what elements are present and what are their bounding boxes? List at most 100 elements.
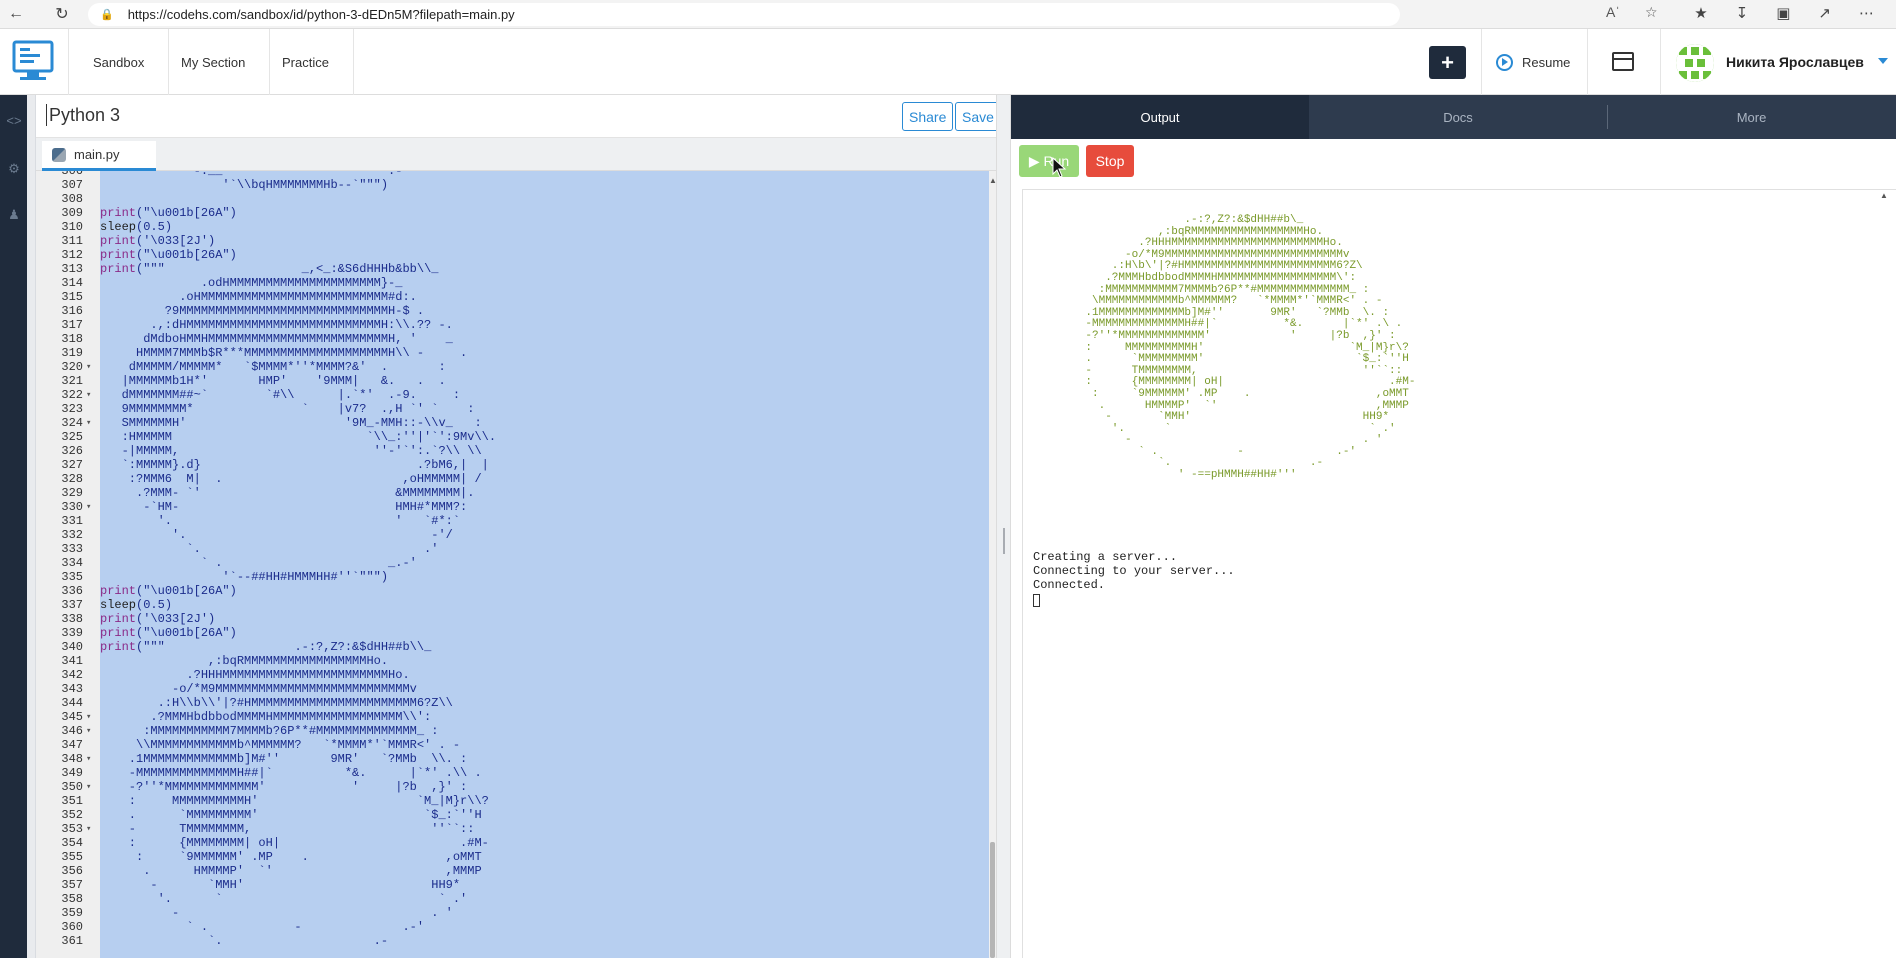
code-line[interactable]: 309 print("\u001b[26A") xyxy=(36,206,989,220)
code-line[interactable]: 320 ▾ dMMMMM/MMMMM* `$MMMM*''*MMMM?&' . : xyxy=(36,360,989,374)
code-line[interactable]: 356 . HMMMMP' `' ,MMMP xyxy=(36,864,989,878)
stop-button[interactable]: Stop xyxy=(1086,145,1134,177)
file-tab-main-py[interactable]: main.py xyxy=(42,141,156,171)
code-line[interactable]: 335 '`--##HH#HMMMHH#''`""") xyxy=(36,570,989,584)
code-line[interactable]: 339 print("\u001b[26A") xyxy=(36,626,989,640)
code-line[interactable]: 361 `. .- xyxy=(36,934,989,948)
window-layout-icon[interactable] xyxy=(1612,52,1634,71)
editor-scrollbar[interactable] xyxy=(989,171,996,958)
code-line[interactable]: 307 '`\\bqHMMMMMMMHb--`""") xyxy=(36,178,989,192)
code-line[interactable]: 333 `. .' xyxy=(36,542,989,556)
code-line[interactable]: 328 :?MMM6 M| . ,oHMMMMM| / xyxy=(36,472,989,486)
code-line[interactable]: 319 HMMMM7MMMb$R***MMMMMMMMMMMMMMMMMMMMH… xyxy=(36,346,989,360)
fold-arrow-icon[interactable]: ▾ xyxy=(86,822,96,836)
code-line[interactable]: 348 ▾ .1MMMMMMMMMMMMMb]M#'' 9MR' `?MMb \\… xyxy=(36,752,989,766)
tab-docs[interactable]: Docs xyxy=(1309,95,1607,139)
fold-arrow-icon[interactable]: ▾ xyxy=(86,388,96,402)
code-line[interactable]: 349 -MMMMMMMMMMMMMMH##|` *&. |`*' .\\ . xyxy=(36,766,989,780)
code-line[interactable]: 322 ▾ dMMMMMMM##~` `#\\ |.`*' .-9. : xyxy=(36,388,989,402)
user-name[interactable]: Никита Ярославцев xyxy=(1726,54,1864,70)
code-line[interactable]: 337 sleep(0.5) xyxy=(36,598,989,612)
project-title-input[interactable]: Python 3 xyxy=(46,104,120,126)
fold-arrow-icon[interactable]: ▾ xyxy=(86,710,96,724)
code-line[interactable]: 323 9MMMMMMMM* ` |v7? .,H `' ` : xyxy=(36,402,989,416)
code-line[interactable]: 306 '-.__ .-' xyxy=(36,171,989,178)
pane-splitter[interactable] xyxy=(996,95,1011,958)
code-line[interactable]: 314 .odHMMMMMMMMMMMMMMMMMMMMM}-_ xyxy=(36,276,989,290)
code-line[interactable]: 340 print(""" .-:?,Z?:&$dHH##b\\_ xyxy=(36,640,989,654)
console-output[interactable]: .-:?,Z?:&$dHH##b\_ ,:bqRMMMMMMMMMMMMMMMM… xyxy=(1022,189,1896,958)
chevron-down-icon[interactable] xyxy=(1878,58,1888,64)
gear-icon[interactable]: ⚙ xyxy=(6,161,22,177)
code-line[interactable]: 321 |MMMMMMb1H*' HMP' '9MMM| &. . . xyxy=(36,374,989,388)
favorites-icon[interactable]: ★ xyxy=(1694,4,1707,22)
code-line[interactable]: 317 .,:dHMMMMMMMMMMMMMMMMMMMMMMMMMMMH:\\… xyxy=(36,318,989,332)
code-line[interactable]: 334 ` . _.-' xyxy=(36,556,989,570)
tab-more[interactable]: More xyxy=(1607,95,1896,139)
scroll-up-icon[interactable]: ▲ xyxy=(989,176,997,185)
back-arrow-icon[interactable]: ← xyxy=(2,0,30,28)
code-line[interactable]: 341 ,:bqRMMMMMMMMMMMMMMMMMHo. xyxy=(36,654,989,668)
code-editor[interactable]: 306 '-.__ .-' 307 '`\\bqHMMMMMMMHb--`""")… xyxy=(36,171,989,958)
code-line[interactable]: 331 '. ' `#*:` xyxy=(36,514,989,528)
code-icon[interactable]: <> xyxy=(6,113,22,129)
fold-arrow-icon[interactable]: ▾ xyxy=(86,752,96,766)
code-line[interactable]: 336 print("\u001b[26A") xyxy=(36,584,989,598)
code-line[interactable]: 347 \\MMMMMMMMMMMMb^MMMMMM? `*MMMM*'`MMM… xyxy=(36,738,989,752)
code-line[interactable]: 313 print(""" _,<_:&S6dHHHb&bb\\_ xyxy=(36,262,989,276)
fold-arrow-icon[interactable]: ▾ xyxy=(86,780,96,794)
fold-arrow-icon[interactable]: ▾ xyxy=(86,360,96,374)
code-line[interactable]: 310 sleep(0.5) xyxy=(36,220,989,234)
reload-icon[interactable]: ↻ xyxy=(48,0,76,28)
nav-practice[interactable]: Practice xyxy=(258,29,354,95)
run-button[interactable]: ▶ Run xyxy=(1019,145,1079,177)
read-aloud-icon[interactable]: Aˈ xyxy=(1606,4,1620,20)
code-line[interactable]: 343 -o/*M9MMMMMMMMMMMMMMMMMMMMMMMMMMMv xyxy=(36,682,989,696)
share-icon[interactable]: ↗ xyxy=(1818,4,1831,22)
avatar[interactable] xyxy=(1676,44,1714,82)
fold-arrow-icon[interactable]: ▾ xyxy=(86,500,96,514)
codehs-logo-icon[interactable] xyxy=(8,37,60,85)
code-line[interactable]: 329 .?MMM- `' &MMMMMMMM|. xyxy=(36,486,989,500)
download-icon[interactable]: ↧ xyxy=(1736,4,1749,22)
code-lines[interactable]: 306 '-.__ .-' 307 '`\\bqHMMMMMMMHb--`""")… xyxy=(36,171,989,948)
code-line[interactable]: 352 . `MMMMMMMMM' `$_:`''H xyxy=(36,808,989,822)
address-bar[interactable]: 🔒 https://codehs.com/sandbox/id/python-3… xyxy=(88,3,1400,26)
nav-sandbox[interactable]: Sandbox xyxy=(69,29,170,95)
code-line[interactable]: 316 ?9MMMMMMMMMMMMMMMMMMMMMMMMMMMMMH-$ . xyxy=(36,304,989,318)
code-line[interactable]: 326 -|MMMMM, ''-'`':.`?\\ \\ xyxy=(36,444,989,458)
code-line[interactable]: 358 '. ` ` .' xyxy=(36,892,989,906)
code-line[interactable]: 311 print('\033[2J') xyxy=(36,234,989,248)
splitter-grip-icon[interactable] xyxy=(1003,528,1005,554)
terminal-cursor[interactable] xyxy=(1033,594,1040,607)
code-line[interactable]: 355 : `9MMMMMM' .MP . ,oMMT xyxy=(36,850,989,864)
code-line[interactable]: 330 ▾ -`HM- HMH#*MMM?: xyxy=(36,500,989,514)
code-line[interactable]: 345 ▾ .?MMMHbdbbodMMMMHMMMMMMMMMMMMMMMMMM… xyxy=(36,710,989,724)
code-line[interactable]: 332 '. -'/ xyxy=(36,528,989,542)
more-icon[interactable]: ⋯ xyxy=(1859,4,1874,22)
screenshot-icon[interactable]: ▣ xyxy=(1776,4,1790,22)
code-line[interactable]: 318 dMdboHMMHMMMMMMMMMMMMMMMMMMMMMMMMMH,… xyxy=(36,332,989,346)
code-line[interactable]: 359 - . ' xyxy=(36,906,989,920)
fold-arrow-icon[interactable]: ▾ xyxy=(86,416,96,430)
code-line[interactable]: 351 : MMMMMMMMMMH' `M_|M}r\\? xyxy=(36,794,989,808)
resume-button[interactable]: Resume xyxy=(1496,45,1570,79)
users-icon[interactable]: ♟ xyxy=(6,207,22,223)
code-line[interactable]: 342 .?HHHMMMMMMMMMMMMMMMMMMMMMMMHo. xyxy=(36,668,989,682)
fold-arrow-icon[interactable]: ▾ xyxy=(86,724,96,738)
code-line[interactable]: 346 ▾ :MMMMMMMMMMM7MMMMb?6P**#MMMMMMMMMMM… xyxy=(36,724,989,738)
code-line[interactable]: 357 - `MMH' HH9* xyxy=(36,878,989,892)
code-line[interactable]: 344 .:H\\b\\'|?#HMMMMMMMMMMMMMMMMMMMMMMM… xyxy=(36,696,989,710)
scrollbar-thumb[interactable] xyxy=(990,842,995,958)
save-button[interactable]: Save xyxy=(955,102,1001,131)
code-line[interactable]: 312 print("\u001b[26A") xyxy=(36,248,989,262)
tab-output[interactable]: Output xyxy=(1011,95,1309,139)
code-line[interactable]: 350 ▾ -?''*MMMMMMMMMMMMM' ' |?b ,}' : xyxy=(36,780,989,794)
code-line[interactable]: 338 print('\033[2J') xyxy=(36,612,989,626)
code-line[interactable]: 324 ▾ SMMMMMMH' '9M_-MMH::-\\v_ : xyxy=(36,416,989,430)
code-line[interactable]: 327 `:MMMMM}.d} .?bM6,| | xyxy=(36,458,989,472)
scroll-up-icon[interactable]: ▲ xyxy=(1880,191,1888,200)
code-line[interactable]: 315 .oHMMMMMMMMMMMMMMMMMMMMMMMMMM#d:. xyxy=(36,290,989,304)
create-button[interactable]: + xyxy=(1429,46,1466,79)
share-button[interactable]: Share xyxy=(902,102,954,131)
